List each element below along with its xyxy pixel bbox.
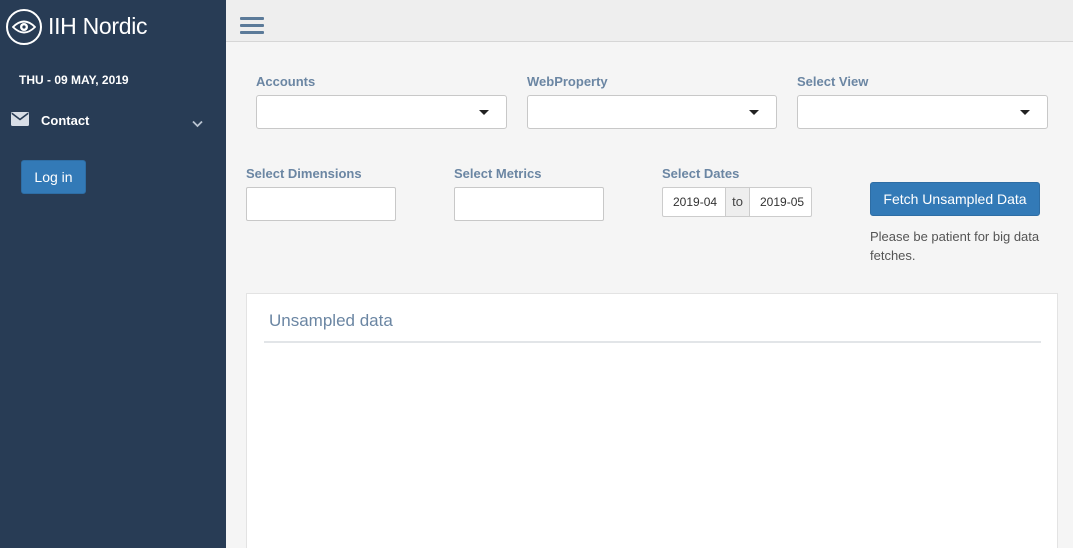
webproperty-select[interactable]	[527, 95, 777, 129]
brand-name: IIH Nordic	[48, 13, 148, 39]
panel-title: Unsampled data	[269, 311, 393, 330]
date-from-input[interactable]: 2019-04	[662, 187, 726, 217]
metrics-label: Select Metrics	[454, 166, 542, 181]
hamburger-icon[interactable]	[240, 17, 264, 37]
current-date: THU - 09 MAY, 2019	[19, 73, 129, 87]
caret-down-icon	[749, 110, 759, 115]
view-label: Select View	[797, 74, 869, 89]
dimensions-input[interactable]	[246, 187, 396, 221]
webproperty-label: WebProperty	[527, 74, 608, 89]
metrics-input[interactable]	[454, 187, 604, 221]
chevron-down-icon	[192, 115, 203, 133]
dimensions-label: Select Dimensions	[246, 166, 362, 181]
fetch-unsampled-data-button[interactable]: Fetch Unsampled Data	[870, 182, 1040, 216]
date-to-input[interactable]: 2019-05	[749, 187, 812, 217]
sidebar-item-label: Contact	[41, 113, 90, 128]
panel-divider	[264, 341, 1041, 343]
accounts-select[interactable]	[256, 95, 507, 129]
view-select[interactable]	[797, 95, 1048, 129]
eye-logo-icon	[6, 9, 42, 45]
login-button[interactable]: Log in	[21, 160, 86, 194]
fetch-hint: Please be patient for big data fetches.	[870, 229, 1040, 263]
sidebar-item-contact[interactable]: Contact	[0, 106, 226, 134]
date-range: 2019-04 to 2019-05	[662, 187, 812, 217]
caret-down-icon	[479, 110, 489, 115]
sidebar: IIH Nordic THU - 09 MAY, 2019 Contact Lo…	[0, 0, 226, 548]
envelope-icon	[11, 112, 29, 131]
dates-label: Select Dates	[662, 166, 740, 181]
date-separator: to	[726, 187, 749, 217]
top-header	[226, 0, 1073, 42]
accounts-label: Accounts	[256, 74, 316, 89]
brand[interactable]: IIH Nordic	[0, 0, 226, 55]
caret-down-icon	[1020, 110, 1030, 115]
unsampled-data-panel: Unsampled data	[246, 293, 1058, 548]
